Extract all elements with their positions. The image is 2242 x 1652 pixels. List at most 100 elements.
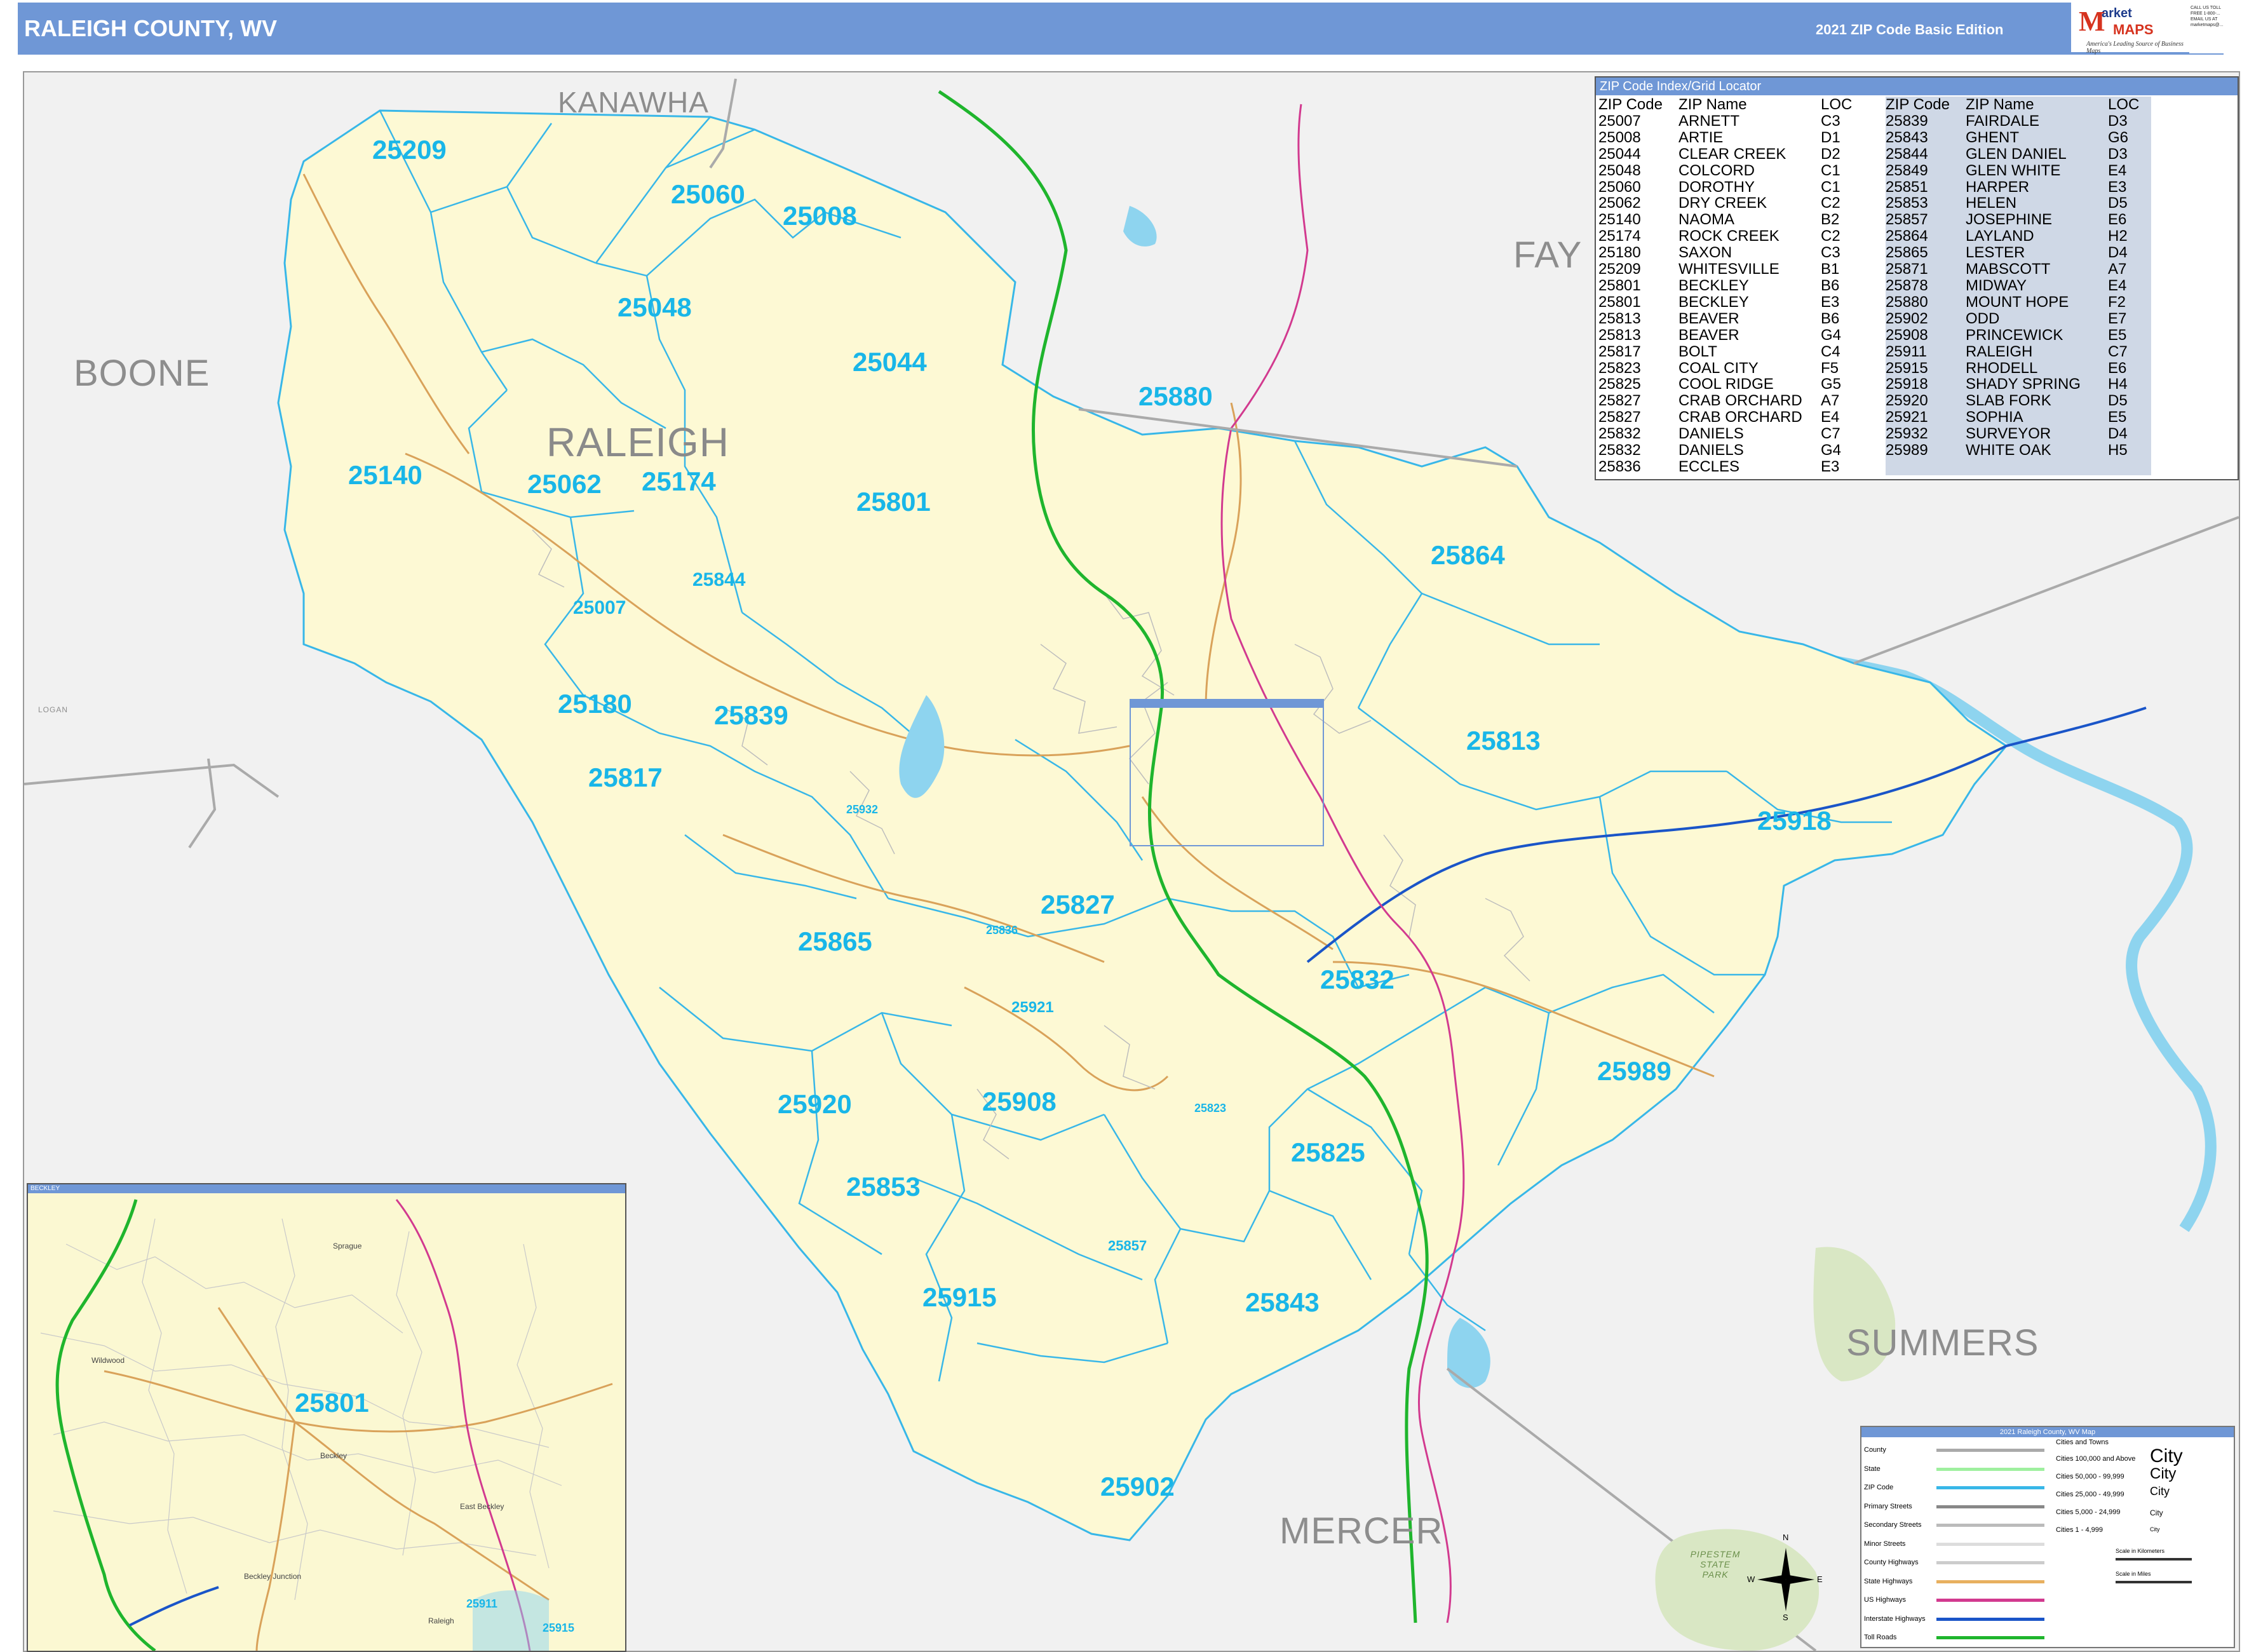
zip-index-row: 25140 NAOMA B2 25857 JOSEPHINE E6 bbox=[1598, 211, 2151, 229]
zip-index-cell: B6 bbox=[1821, 309, 1840, 327]
zip-index-cell: COAL CITY bbox=[1678, 359, 1759, 377]
zip-index-row: 25180 SAXON C3 25865 LESTER D4 bbox=[1598, 244, 2151, 262]
legend-swatch bbox=[1936, 1580, 2044, 1583]
zip-index-cell: 25140 bbox=[1598, 211, 1641, 229]
inset-interstate bbox=[55, 1199, 156, 1651]
zip-index-cell: 25911 bbox=[1886, 343, 1966, 360]
legend-item-label: County bbox=[1864, 1446, 1886, 1454]
zip-index-row: 25823 COAL CITY F5 25915 RHODELL E6 bbox=[1598, 360, 2151, 377]
zip-index-cell: C4 bbox=[1821, 342, 1840, 360]
zip-index-cell: ODD bbox=[1966, 310, 2108, 327]
col-header: ZIP Code bbox=[1598, 96, 1663, 113]
zip-index-cell: LESTER bbox=[1966, 245, 2108, 262]
beckley-inset-locator[interactable] bbox=[1130, 699, 1324, 846]
zip-index-row: 25801 BECKLEY B6 25878 MIDWAY E4 bbox=[1598, 278, 2151, 294]
map-header: RALEIGH COUNTY, WV 2021 ZIP Code Basic E… bbox=[18, 3, 2224, 55]
legend-city-size: Cities 1 - 4,999 bbox=[2056, 1526, 2103, 1534]
zip-index-cell: 25920 bbox=[1886, 393, 1966, 410]
legend-city-size: Cities 25,000 - 49,999 bbox=[2056, 1491, 2124, 1498]
legend-swatch bbox=[1936, 1449, 2044, 1452]
zip-index-cell: NAOMA bbox=[1678, 211, 1735, 229]
legend-city-sample: City bbox=[2150, 1485, 2170, 1498]
zip-index-cell: WHITE OAK bbox=[1966, 442, 2108, 459]
zip-index-cell: ECCLES bbox=[1678, 457, 1740, 475]
zip-index-cell: G5 bbox=[1821, 376, 1842, 393]
zip-label: 25062 bbox=[527, 469, 602, 499]
zip-index-cell: E6 bbox=[2108, 360, 2151, 377]
zip-label: 25048 bbox=[618, 292, 692, 322]
zip-label: 25853 bbox=[846, 1172, 921, 1202]
zip-index-cell: 25044 bbox=[1598, 145, 1641, 163]
zip-index-cell: 25817 bbox=[1598, 342, 1641, 360]
zip-index-row: 25044 CLEAR CREEK D2 25844 GLEN DANIEL D3 bbox=[1598, 146, 2151, 163]
zip-index-cell: C1 bbox=[1821, 161, 1840, 179]
zip-index-cell: A7 bbox=[1821, 392, 1840, 410]
zip-index-cell: BEAVER bbox=[1678, 326, 1739, 344]
zip-index-cell: D2 bbox=[1821, 145, 1840, 163]
zip-index-cell: 25832 bbox=[1598, 425, 1641, 443]
county-label-fayette: FAY bbox=[1513, 234, 1583, 276]
col-header: LOC bbox=[2108, 97, 2151, 113]
zip-index-cell: ROCK CREEK bbox=[1678, 227, 1779, 245]
legend-item-label: State bbox=[1864, 1465, 1881, 1473]
zip-index-row: 25836 ECCLES E3 bbox=[1598, 459, 2151, 475]
zip-index-cell: 25832 bbox=[1598, 442, 1641, 459]
zip-index-cell: C7 bbox=[2108, 343, 2151, 360]
zip-index-cell: E4 bbox=[1821, 409, 1840, 426]
inset-header: BECKLEY bbox=[28, 1184, 625, 1193]
zip-index-cell: B6 bbox=[1821, 276, 1840, 294]
zip-index-cell: 25827 bbox=[1598, 409, 1641, 426]
zip-index-cell: 25849 bbox=[1886, 162, 1966, 179]
zip-index-row: 25827 CRAB ORCHARD A7 25920 SLAB FORK D5 bbox=[1598, 392, 2151, 410]
zip-label: 25209 bbox=[372, 135, 447, 165]
zip-index-cell: BECKLEY bbox=[1678, 293, 1749, 311]
zip-index-cell: 25801 bbox=[1598, 293, 1641, 311]
zip-index-cell: D4 bbox=[2108, 245, 2151, 262]
zip-index-cell: DRY CREEK bbox=[1678, 194, 1767, 212]
county-label-mercer: MERCER bbox=[1280, 1510, 1443, 1552]
zip-index-row: 25832 DANIELS G4 25989 WHITE OAK H5 bbox=[1598, 442, 2151, 459]
county-label-boone: BOONE bbox=[74, 353, 210, 394]
legend-swatch bbox=[1936, 1467, 2044, 1471]
zip-index-cell: BOLT bbox=[1678, 342, 1717, 360]
compass-w: W bbox=[1747, 1574, 1755, 1584]
zip-index-row: 25007 ARNETT C3 25839 FAIRDALE D3 bbox=[1598, 113, 2151, 130]
zip-index-cell: 25813 bbox=[1598, 309, 1641, 327]
legend-city-sample: City bbox=[2150, 1446, 2183, 1466]
zip-index-cell: GLEN WHITE bbox=[1966, 162, 2108, 179]
county-label-logan: LOGAN bbox=[38, 705, 69, 714]
legend-city-size: Cities 100,000 and Above bbox=[2056, 1455, 2136, 1463]
zip-index-cell: D4 bbox=[2108, 426, 2151, 443]
legend-city-sample: City bbox=[2150, 1465, 2177, 1482]
edition-label: 2021 ZIP Code Basic Edition bbox=[1816, 22, 2004, 37]
zip-index-cell: G6 bbox=[2108, 129, 2151, 146]
legend-scale-mi: Scale in Miles bbox=[2116, 1571, 2151, 1577]
zip-label: 25817 bbox=[588, 762, 663, 792]
zip-index-cell: SOPHIA bbox=[1966, 409, 2108, 426]
zip-label: 25902 bbox=[1100, 1472, 1175, 1501]
zip-index-cell: G4 bbox=[1821, 442, 1842, 459]
zip-index-cell: B1 bbox=[1821, 261, 1840, 278]
zip-index-cell: FAIRDALE bbox=[1966, 113, 2108, 130]
zip-index-cell: H2 bbox=[2108, 228, 2151, 245]
zip-index-cell: HELEN bbox=[1966, 195, 2108, 212]
legend-swatch bbox=[1936, 1636, 2044, 1639]
zip-label: 25060 bbox=[671, 179, 745, 209]
legend-swatch bbox=[1936, 1542, 2044, 1546]
zip-index-cell: 25844 bbox=[1886, 146, 1966, 163]
zip-index-cell: 25915 bbox=[1886, 360, 1966, 377]
zip-index-cell: COOL RIDGE bbox=[1678, 376, 1774, 393]
zip-index-cell: D1 bbox=[1821, 128, 1840, 146]
col-header: ZIP Code bbox=[1886, 97, 1966, 113]
zip-index-cell: 25180 bbox=[1598, 244, 1641, 262]
zip-label: 25180 bbox=[558, 689, 632, 719]
zip-index-cell: 25209 bbox=[1598, 261, 1641, 278]
compass-n: N bbox=[1783, 1533, 1789, 1542]
beckley-inset-map[interactable]: BECKLEY 25801 25911 25915 Wildwood Beckl… bbox=[27, 1183, 626, 1652]
zip-label: 25044 bbox=[853, 347, 927, 377]
map-legend: 2021 Raleigh County, WV Map County State Z… bbox=[1860, 1426, 2235, 1648]
zip-index-cell: D3 bbox=[2108, 113, 2151, 130]
zip-index-cell: 25880 bbox=[1886, 294, 1966, 311]
zip-index-cell: 25843 bbox=[1886, 129, 1966, 146]
zip-index-cell: E5 bbox=[2108, 327, 2151, 344]
